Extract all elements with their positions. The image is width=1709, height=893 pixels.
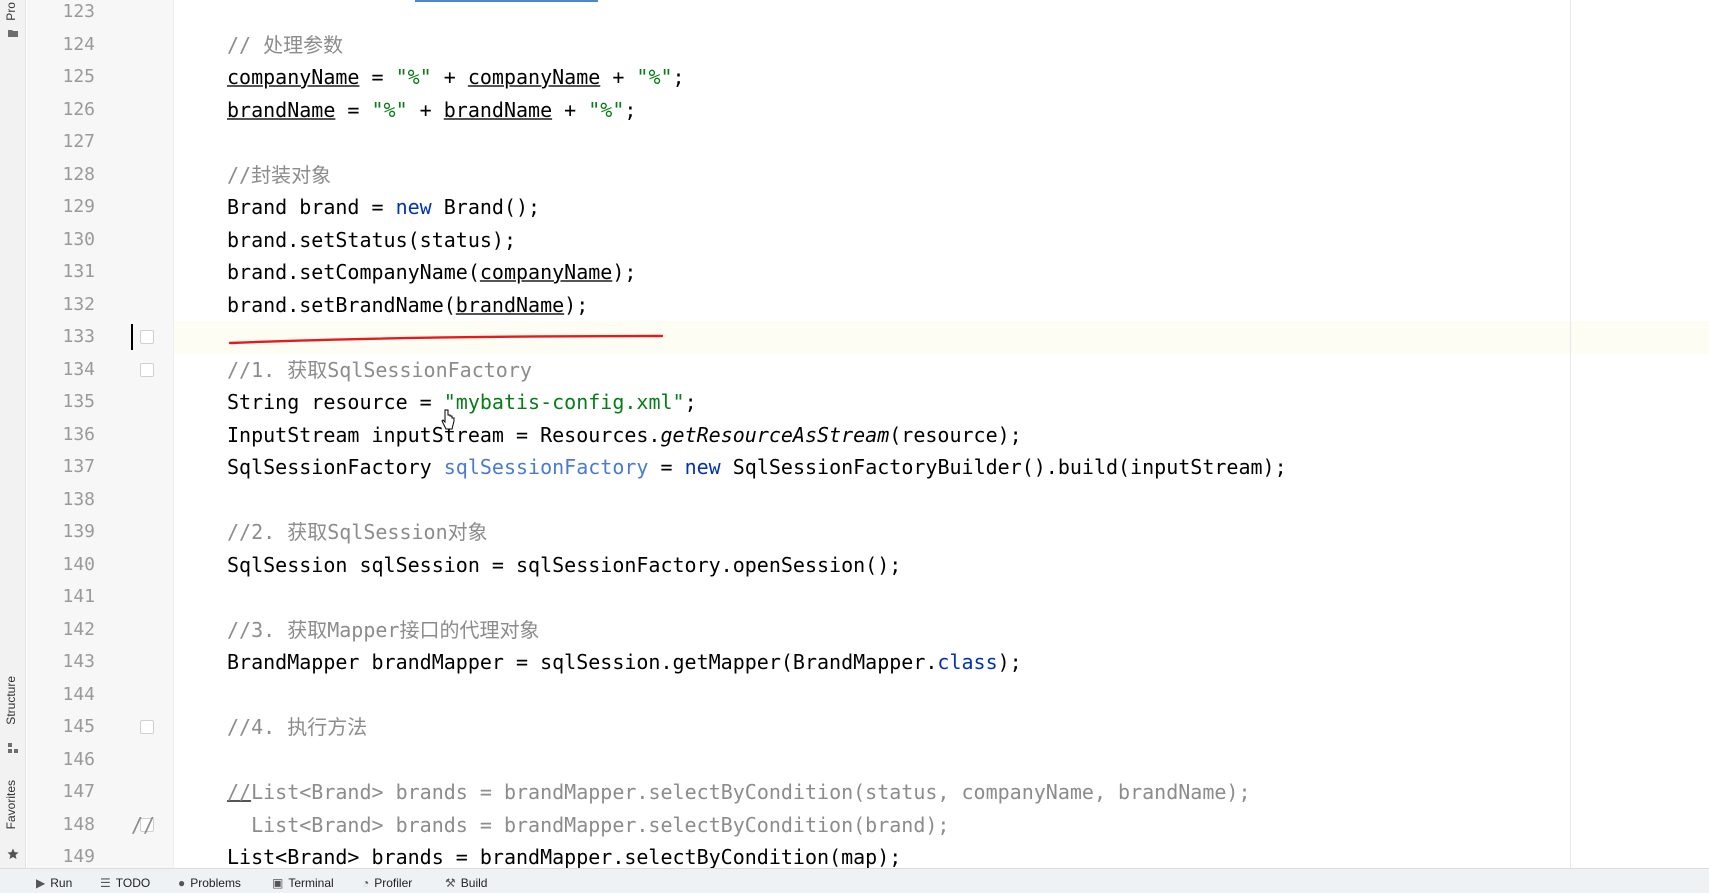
code-line[interactable]: //List<Brand> brands = brandMapper.selec… (227, 776, 1251, 809)
line-comment-prefix: // (131, 812, 156, 837)
structure-tool-label[interactable]: Structure (4, 676, 18, 725)
line-number[interactable]: 132 (27, 289, 95, 322)
line-number[interactable]: 148 (27, 809, 95, 842)
tool-tab-label: TODO (115, 876, 151, 890)
code-line[interactable]: // 处理参数 (227, 29, 343, 62)
fold-marker-icon[interactable] (140, 362, 154, 377)
line-number[interactable]: 130 (27, 224, 95, 257)
fold-marker-icon[interactable] (140, 720, 154, 734)
code-line[interactable]: //4. 执行方法 (227, 711, 367, 744)
line-number-gutter: 123 124 125 126 127 128 129 130 131 132 133 134 135 1… (27, 0, 174, 868)
code-line[interactable]: brand.setStatus(status); (227, 224, 516, 257)
tool-tab-label: Problems (190, 876, 241, 890)
terminal-icon: ▣ (272, 876, 284, 890)
code-line[interactable]: //1. 获取SqlSessionFactory (227, 354, 532, 387)
code-editor[interactable]: // 处理参数 companyName = "%" + companyName +… (131, 0, 1709, 869)
profiler-icon: ◔ (362, 876, 370, 890)
code-line[interactable]: SqlSessionFactory sqlSessionFactory = ne… (227, 451, 1287, 484)
tool-tab-label: Build (460, 876, 488, 890)
project-tool-label[interactable]: Pro (4, 2, 18, 21)
right-margin-guide (1570, 0, 1571, 868)
line-number[interactable]: 147 (27, 776, 95, 809)
line-number[interactable]: 124 (27, 29, 95, 62)
code-line[interactable]: //封装对象 (227, 159, 331, 192)
line-number[interactable]: 128 (27, 159, 95, 192)
tool-tab-todo[interactable]: ☰ TODO (100, 876, 150, 890)
code-line[interactable]: SqlSession sqlSession = sqlSessionFactor… (227, 549, 901, 582)
line-number[interactable]: 131 (27, 256, 95, 289)
tool-tab-label: Profiler (374, 876, 413, 890)
todo-icon: ☰ (100, 876, 111, 890)
line-number[interactable]: 142 (27, 614, 95, 647)
line-number[interactable]: 144 (27, 679, 95, 712)
line-number[interactable]: 140 (27, 549, 95, 582)
problems-icon: ● (178, 876, 186, 890)
line-number[interactable]: 133 (27, 321, 95, 354)
line-number[interactable]: 126 (27, 94, 95, 127)
left-tool-strip: Pro Structure Favorites (0, 0, 26, 868)
line-number[interactable]: 138 (27, 484, 95, 517)
line-number[interactable]: 123 (27, 0, 95, 29)
build-icon: ⚒ (445, 876, 456, 890)
bottom-tool-window-bar: ▶ Run ☰ TODO ● Problems ▣ Terminal ◔ Profiler ⚒ Bui… (0, 868, 1709, 893)
active-tab-indicator (415, 0, 598, 2)
line-number[interactable]: 146 (27, 744, 95, 777)
tool-tab-label: Terminal (288, 876, 334, 890)
tool-tab-run[interactable]: ▶ Run (36, 876, 72, 890)
code-line[interactable]: brandName = "%" + brandName + "%"; (227, 94, 636, 127)
code-line[interactable]: Brand brand = new Brand(); (227, 191, 540, 224)
tool-tab-build[interactable]: ⚒ Build (445, 876, 487, 890)
folder-icon[interactable] (7, 27, 19, 39)
star-icon[interactable] (7, 848, 19, 860)
code-line[interactable]: InputStream inputStream = Resources.getR… (227, 419, 1022, 452)
code-line[interactable]: //3. 获取Mapper接口的代理对象 (227, 614, 539, 647)
structure-icon[interactable] (7, 742, 19, 754)
line-number[interactable]: 139 (27, 516, 95, 549)
tool-tab-profiler[interactable]: ◔ Profiler (362, 876, 412, 890)
line-number[interactable]: 127 (27, 126, 95, 159)
line-number[interactable]: 135 (27, 386, 95, 419)
line-number[interactable]: 125 (27, 61, 95, 94)
code-line[interactable]: brand.setCompanyName(companyName); (227, 256, 636, 289)
line-number[interactable]: 141 (27, 581, 95, 614)
code-line[interactable]: String resource = "mybatis-config.xml"; (227, 386, 697, 419)
code-line[interactable]: companyName = "%" + companyName + "%"; (227, 61, 685, 94)
code-line[interactable]: //2. 获取SqlSession对象 (227, 516, 488, 549)
code-line[interactable]: brand.setBrandName(brandName); (227, 289, 588, 322)
line-number[interactable]: 136 (27, 419, 95, 452)
code-line[interactable]: BrandMapper brandMapper = sqlSession.get… (227, 646, 1022, 679)
run-icon: ▶ (36, 876, 46, 890)
line-number[interactable]: 143 (27, 646, 95, 679)
line-number[interactable]: 145 (27, 711, 95, 744)
tool-tab-terminal[interactable]: ▣ Terminal (272, 876, 334, 890)
code-line[interactable]: List<Brand> brands = brandMapper.selectB… (227, 809, 949, 842)
tool-tab-problems[interactable]: ● Problems (178, 876, 241, 890)
tool-tab-label: Run (50, 876, 73, 890)
favorites-tool-label[interactable]: Favorites (4, 780, 18, 829)
line-number[interactable]: 134 (27, 354, 95, 387)
text-caret (131, 324, 133, 350)
line-number[interactable]: 137 (27, 451, 95, 484)
line-number[interactable]: 129 (27, 191, 95, 224)
mouse-pointer-icon (441, 409, 455, 430)
fold-marker-icon[interactable] (140, 330, 154, 344)
